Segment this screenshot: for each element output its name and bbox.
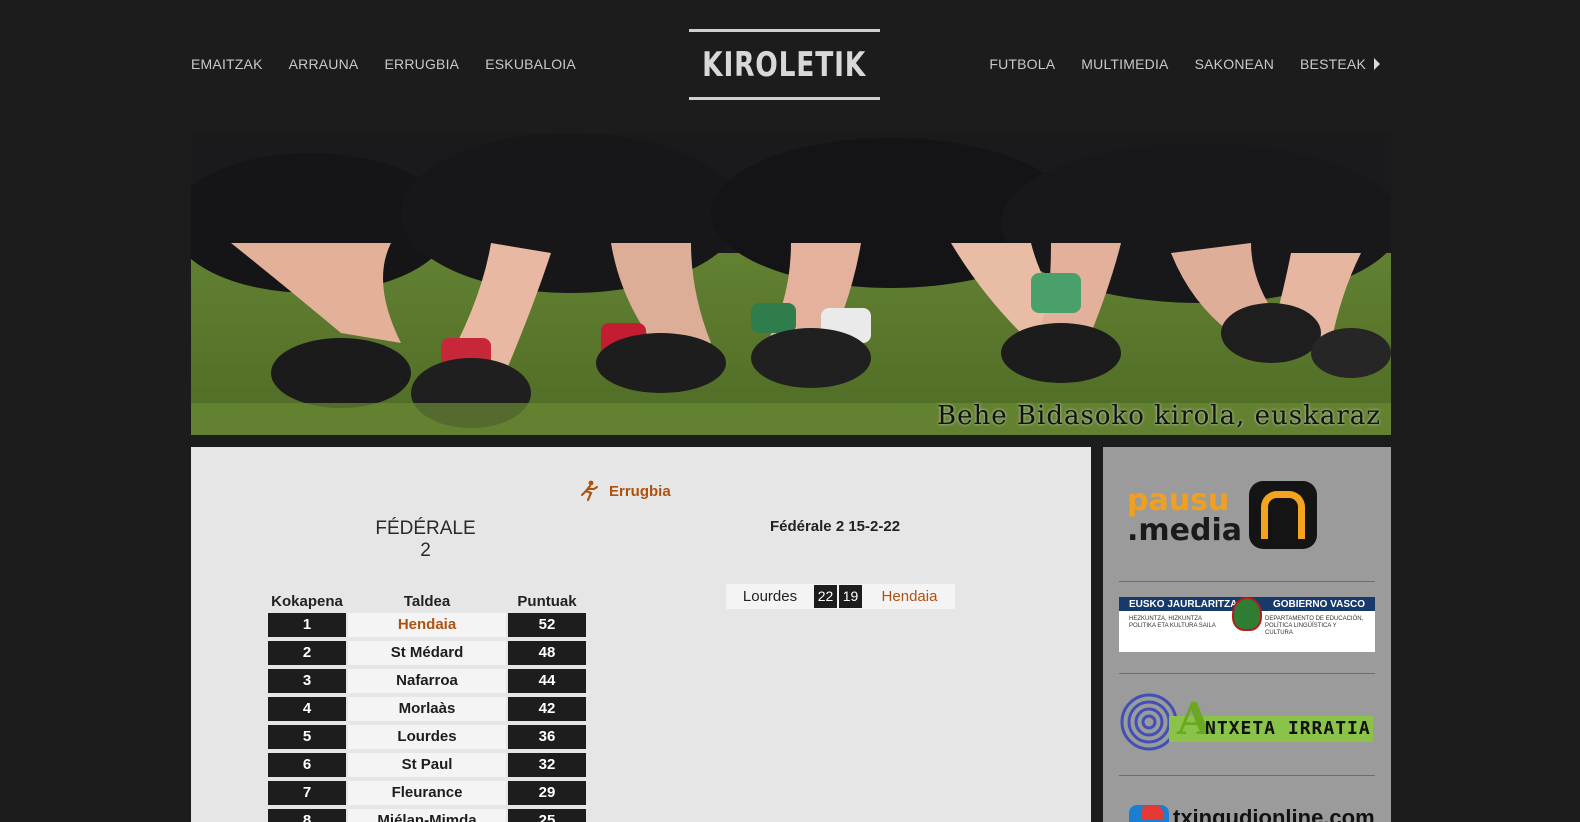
- pausu-word-bottom: .media: [1127, 513, 1243, 548]
- ej-left-title: EUSKO JAURLARITZA: [1129, 599, 1238, 610]
- row-points: 52: [508, 613, 586, 637]
- row-team: Morlaàs: [348, 697, 506, 721]
- table-row: 8 Miélan-Mimda 25: [268, 809, 586, 822]
- main-content: Errugbia FÉDÉRALE 2 Fédérale 2 15-2-22 K…: [191, 447, 1091, 822]
- nav-besteak[interactable]: BESTEAK: [1300, 56, 1366, 72]
- standings-table: Kokapena Taldea Puntuak 1 Hendaia 52 2 S…: [268, 589, 586, 822]
- nav-arrauna[interactable]: ARRAUNA: [289, 56, 359, 72]
- txingudi-online-logo[interactable]: txingudionline.com: [1119, 799, 1375, 822]
- row-position: 1: [268, 613, 346, 637]
- logo-text: KIROLETIK: [702, 44, 867, 85]
- divider: [1119, 581, 1375, 582]
- ej-right-title: GOBIERNO VASCO: [1272, 599, 1365, 610]
- section-label: Errugbia: [609, 482, 671, 500]
- row-points: 42: [508, 697, 586, 721]
- pausu-media-logo[interactable]: pausu .media: [1119, 481, 1375, 551]
- match-away-score: 19: [839, 585, 862, 608]
- ej-right-subtitle: DEPARTAMENTO DE EDUCACIÓN, POLÍTICA LING…: [1265, 616, 1364, 636]
- rugby-player-icon: [581, 480, 598, 502]
- header-taldea: Taldea: [403, 592, 451, 610]
- row-position: 6: [268, 753, 346, 777]
- row-team: Miélan-Mimda: [348, 809, 506, 822]
- nav-emaitzak[interactable]: EMAITZAK: [191, 56, 263, 72]
- pausu-media-icon: [1249, 481, 1317, 549]
- txingudi-icon-accent: [1141, 805, 1163, 819]
- table-row: 3 Nafarroa 44: [268, 669, 586, 693]
- row-team: St Paul: [348, 753, 506, 777]
- row-position: 3: [268, 669, 346, 693]
- standings-title: FÉDÉRALE 2: [375, 518, 476, 561]
- match-home-team: Lourdes: [742, 588, 798, 605]
- txingudi-wordmark: txingudionline.com: [1173, 805, 1375, 822]
- row-position: 7: [268, 781, 346, 805]
- table-row: 2 St Médard 48: [268, 641, 586, 665]
- nav-right-group: FUTBOLA MULTIMEDIA SAKONEAN BESTEAK: [989, 56, 1380, 72]
- match-away-team[interactable]: Hendaia: [864, 588, 955, 605]
- site-logo[interactable]: KIROLETIK: [689, 29, 880, 100]
- nav-errugbia[interactable]: ERRUGBIA: [384, 56, 459, 72]
- table-row: 4 Morlaàs 42: [268, 697, 586, 721]
- pausu-wordmark: pausu .media: [1127, 486, 1242, 546]
- divider: [1119, 673, 1375, 674]
- antxeta-irratia-logo[interactable]: A NTXETA IRRATIA: [1119, 690, 1375, 754]
- row-team: Nafarroa: [348, 669, 506, 693]
- row-position: 8: [268, 809, 346, 822]
- nav-futbola[interactable]: FUTBOLA: [989, 56, 1055, 72]
- banner-tagline: Behe Bidasoko kirola, euskaraz: [937, 401, 1381, 431]
- coat-of-arms-icon: [1232, 597, 1262, 631]
- eusko-jaurlaritza-logo[interactable]: EUSKO JAURLARITZA GOBIERNO VASCO HEZKUNT…: [1119, 597, 1375, 652]
- match-title: Fédérale 2 15-2-22: [769, 518, 901, 535]
- table-row: 1 Hendaia 52: [268, 613, 586, 637]
- table-row: 6 St Paul 32: [268, 753, 586, 777]
- table-row: 7 Fleurance 29: [268, 781, 586, 805]
- antxeta-wordmark: NTXETA IRRATIA: [1205, 718, 1371, 739]
- match-result[interactable]: Lourdes 22 19 Hendaia: [726, 584, 955, 609]
- hero-banner: Behe Bidasoko kirola, euskaraz: [191, 133, 1391, 435]
- table-header: Kokapena Taldea Puntuak: [268, 589, 586, 613]
- row-team: St Médard: [348, 641, 506, 665]
- row-points: 48: [508, 641, 586, 665]
- row-position: 4: [268, 697, 346, 721]
- sponsor-sidebar: pausu .media EUSKO JAURLARITZA GOBIERNO …: [1103, 447, 1391, 822]
- nav-eskubaloia[interactable]: ESKUBALOIA: [485, 56, 576, 72]
- row-points: 36: [508, 725, 586, 749]
- row-points: 44: [508, 669, 586, 693]
- rugby-scrum-illustration: [191, 133, 1391, 435]
- triangle-right-icon[interactable]: [1374, 58, 1380, 70]
- row-team: Lourdes: [348, 725, 506, 749]
- row-team[interactable]: Hendaia: [348, 613, 506, 637]
- ej-left-subtitle: HEZKUNTZA, HIZKUNTZA POLITIKA ETA KULTUR…: [1129, 616, 1216, 629]
- row-points: 32: [508, 753, 586, 777]
- divider: [1119, 775, 1375, 776]
- row-position: 2: [268, 641, 346, 665]
- match-home-score: 22: [814, 585, 837, 608]
- nav-sakonean[interactable]: SAKONEAN: [1195, 56, 1274, 72]
- nav-left-group: EMAITZAK ARRAUNA ERRUGBIA ESKUBALOIA: [191, 56, 576, 72]
- row-position: 5: [268, 725, 346, 749]
- row-points: 25: [508, 809, 586, 822]
- row-points: 29: [508, 781, 586, 805]
- table-row: 5 Lourdes 36: [268, 725, 586, 749]
- nav-multimedia[interactable]: MULTIMEDIA: [1081, 56, 1168, 72]
- header-puntuak: Puntuak: [517, 592, 577, 610]
- header-kokapena: Kokapena: [271, 592, 343, 610]
- section-heading[interactable]: Errugbia: [579, 480, 671, 502]
- top-navigation: EMAITZAK ARRAUNA ERRUGBIA ESKUBALOIA KIR…: [0, 0, 1580, 132]
- row-team: Fleurance: [348, 781, 506, 805]
